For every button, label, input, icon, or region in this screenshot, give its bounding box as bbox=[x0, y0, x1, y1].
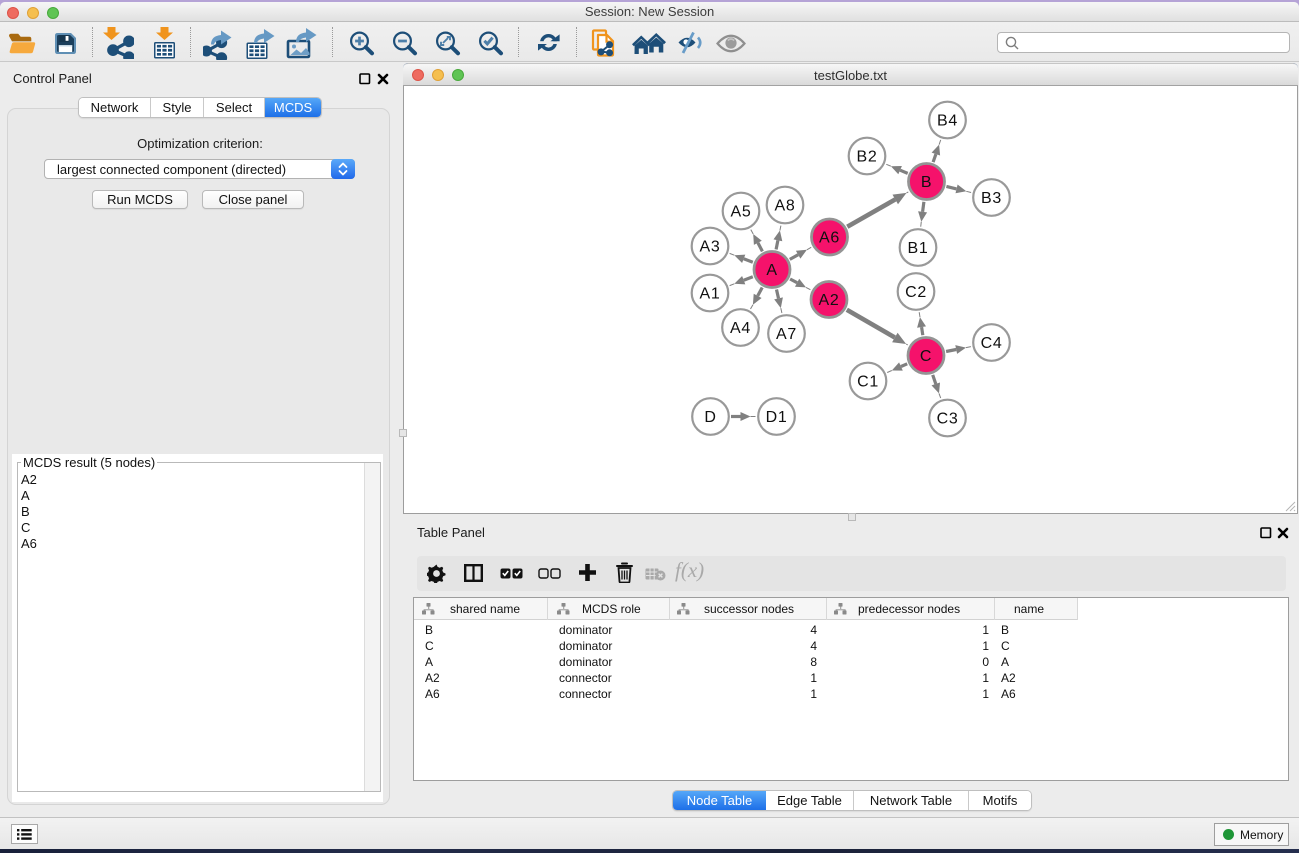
svg-text:B4: B4 bbox=[937, 113, 958, 130]
svg-text:B1: B1 bbox=[908, 240, 929, 257]
svg-text:A: A bbox=[766, 262, 777, 279]
svg-text:A5: A5 bbox=[731, 204, 752, 221]
svg-text:A6: A6 bbox=[819, 230, 840, 247]
svg-text:B2: B2 bbox=[857, 149, 878, 166]
svg-text:C1: C1 bbox=[857, 374, 879, 391]
svg-text:D: D bbox=[704, 409, 716, 426]
svg-text:B3: B3 bbox=[981, 190, 1002, 207]
svg-text:C4: C4 bbox=[981, 335, 1003, 352]
svg-text:C2: C2 bbox=[905, 284, 927, 301]
svg-text:C: C bbox=[920, 348, 932, 365]
svg-text:A4: A4 bbox=[730, 320, 751, 337]
svg-text:A8: A8 bbox=[775, 198, 796, 215]
svg-text:A3: A3 bbox=[700, 239, 721, 256]
svg-text:A1: A1 bbox=[700, 286, 721, 303]
svg-text:A2: A2 bbox=[819, 292, 840, 309]
svg-text:B: B bbox=[921, 174, 932, 191]
svg-text:A7: A7 bbox=[776, 326, 797, 343]
svg-text:C3: C3 bbox=[937, 411, 959, 428]
svg-text:D1: D1 bbox=[766, 409, 788, 426]
